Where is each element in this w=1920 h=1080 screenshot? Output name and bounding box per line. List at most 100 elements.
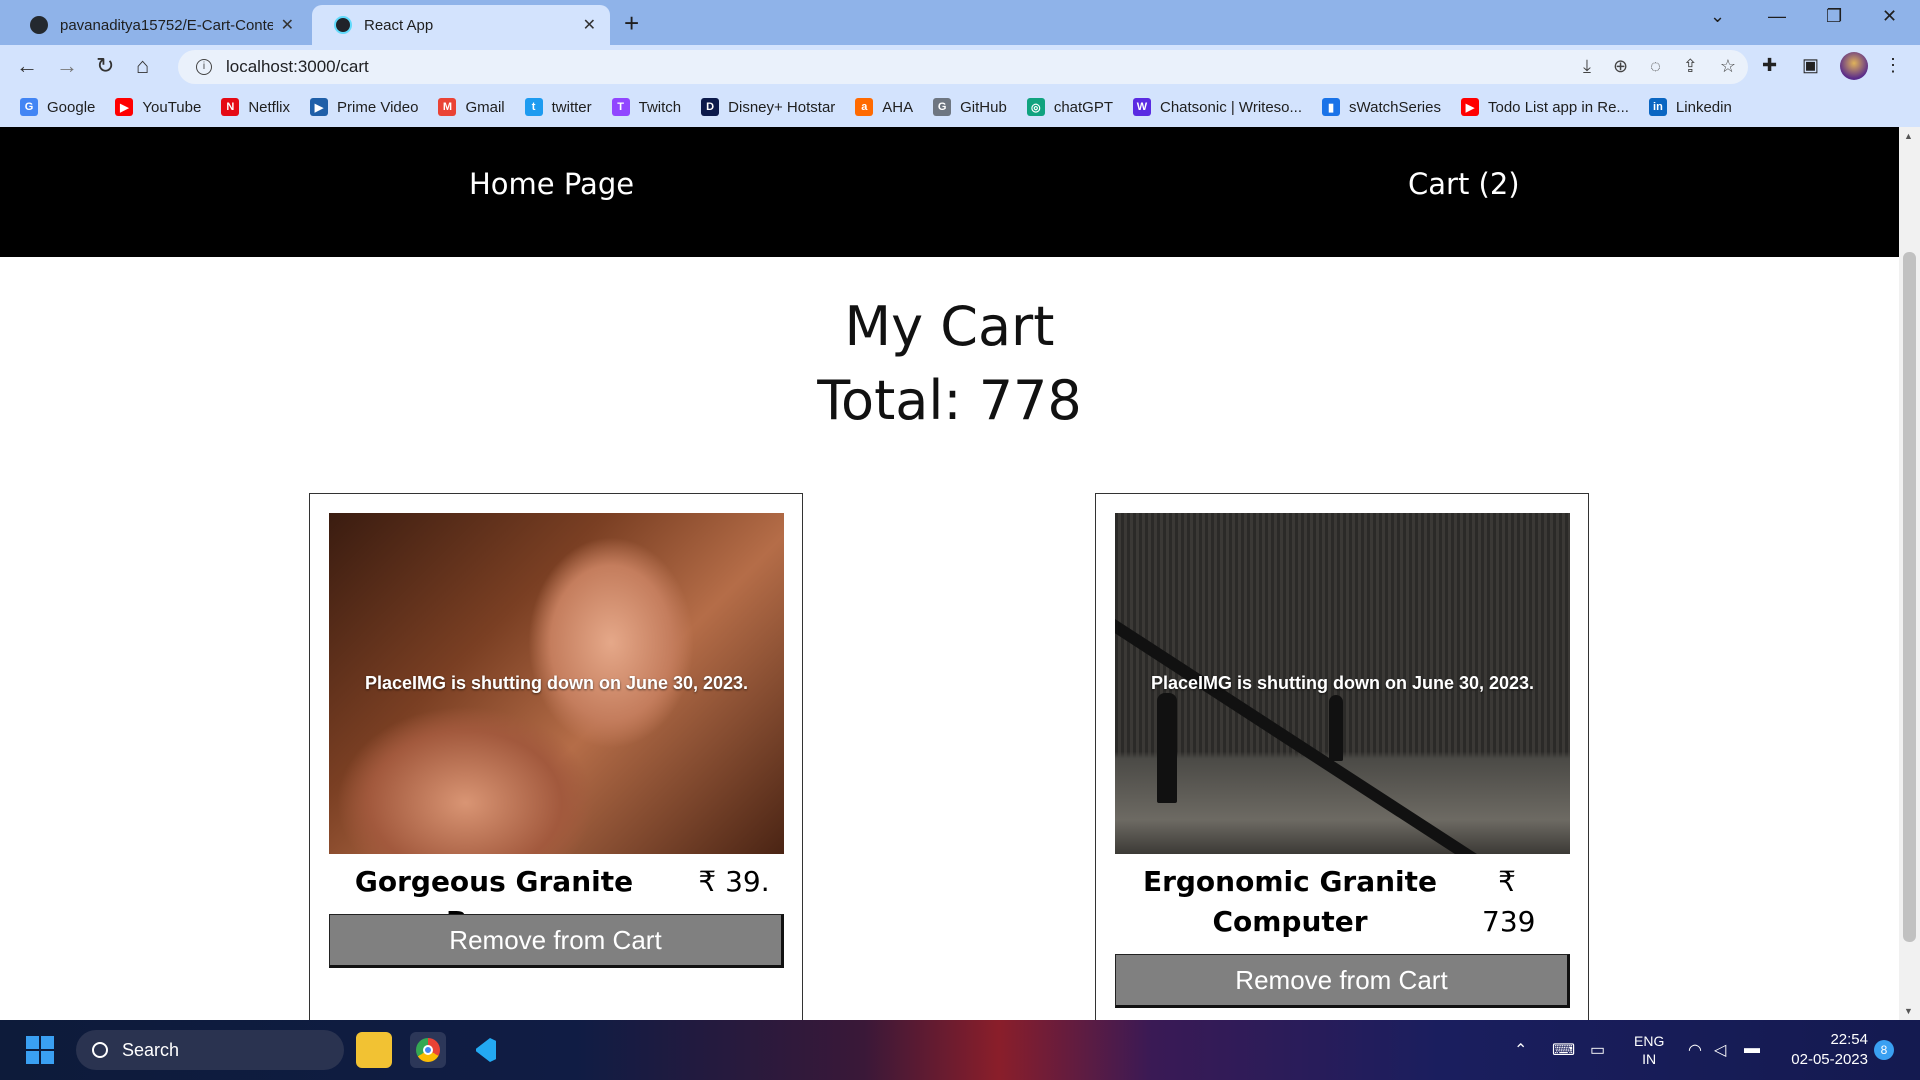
display-icon[interactable]: ▭ [1590,1040,1605,1060]
forward-icon[interactable]: → [56,53,78,79]
react-icon [334,16,352,34]
install-icon[interactable]: ⤓ [1583,56,1591,77]
page-viewport: Home Page Cart (2) My Cart Total: 778 Pl… [0,127,1899,1020]
bookmark-label: Google [47,98,96,116]
bookmark-label: GitHub [960,98,1007,116]
bookmark-item[interactable]: T Twitch [611,98,682,116]
chrome-icon[interactable] [410,1032,446,1068]
chatgpt-icon: ◎ [1026,98,1045,116]
bookmark-label: Prime Video [337,98,419,116]
file-explorer-icon[interactable] [356,1032,392,1068]
close-icon[interactable]: ✕ [281,15,294,35]
search-placeholder: Search [122,1039,180,1060]
youtube-icon: ▶ [115,98,134,116]
bookmark-item[interactable]: in Linkedin [1648,98,1732,116]
notification-badge[interactable]: 8 [1874,1040,1894,1060]
wifi-icon[interactable]: ◠ [1688,1040,1702,1060]
restore-icon[interactable]: ❐ [1826,6,1842,27]
address-bar[interactable]: i localhost:3000/cart ⤓ ⊕ ◌ ⇪ ☆ [178,50,1748,84]
bookmark-label: Linkedin [1675,98,1732,116]
hotstar-icon: D [701,98,720,116]
product-image: PlaceIMG is shutting down on June 30, 20… [1115,513,1570,854]
eye-off-icon[interactable]: ◌ [1650,56,1661,77]
bookmark-item[interactable]: t twitter [524,98,592,116]
bookmark-item[interactable]: G Google [20,98,95,116]
site-info-icon[interactable]: i [196,59,212,75]
bookmark-item[interactable]: a AHA [855,98,913,116]
bookmark-item[interactable]: M Gmail [438,98,505,116]
cart-link[interactable]: Cart (2) [1408,167,1520,201]
page-scrollbar[interactable]: ▲ ▼ [1899,127,1920,1020]
minimize-icon[interactable]: — [1768,6,1786,27]
share-icon[interactable]: ⇪ [1683,56,1698,77]
scroll-down-icon[interactable]: ▼ [1904,1006,1913,1016]
bookmark-item[interactable]: D Disney+ Hotstar [701,98,835,116]
gmail-icon: M [438,98,457,116]
image-caption: PlaceIMG is shutting down on June 30, 20… [364,673,749,693]
window-close-icon[interactable]: ✕ [1882,6,1897,27]
taskbar-search[interactable]: Search [76,1030,344,1070]
side-panel-icon[interactable]: ▣ [1802,55,1819,76]
aha-icon: a [855,98,874,116]
back-icon[interactable]: ← [16,53,38,79]
bookmark-item[interactable]: G GitHub [933,98,1007,116]
lang-line: ENG [1634,1033,1665,1049]
home-icon[interactable]: ⌂ [136,53,149,79]
app-navbar: Home Page Cart (2) [0,127,1899,257]
tab-strip: pavanaditya15752/E-Cart-Contex ✕ React A… [0,0,1920,45]
star-icon[interactable]: ☆ [1720,56,1736,77]
bookmark-label: Gmail [465,98,505,116]
bookmark-label: Disney+ Hotstar [728,98,836,116]
bookmark-label: AHA [882,98,914,116]
clock-date: 02-05-2023 [1791,1051,1868,1068]
bookmark-item[interactable]: W Chatsonic | Writeso... [1133,98,1302,116]
bookmark-item[interactable]: ▶ Todo List app in Re... [1461,98,1629,116]
reload-icon[interactable]: ↻ [96,53,114,79]
bookmarks-bar: G Google ▶ YouTube N Netflix ▶ Prime Video M Gmai… [0,87,1920,127]
bookmark-item[interactable]: ▶ YouTube [115,98,201,116]
chevron-up-icon[interactable]: ⌃ [1514,1040,1527,1060]
clock-time: 22:54 [1830,1031,1868,1048]
windows-start-icon[interactable] [26,1036,54,1064]
scroll-up-icon[interactable]: ▲ [1904,131,1913,141]
windows-taskbar: Search ⌃ ⌨ ▭ ENG IN ◠ ◁ ▬ 22:54 02-05-20… [0,1020,1920,1080]
bookmark-item[interactable]: ▶ Prime Video [310,98,418,116]
twitch-icon: T [611,98,630,116]
scrollbar-thumb[interactable] [1903,252,1916,942]
tab-title: React App [364,16,434,34]
close-icon[interactable]: ✕ [583,15,596,35]
keyboard-icon[interactable]: ⌨ [1552,1040,1575,1060]
github-icon [30,16,48,34]
bookmark-item[interactable]: N Netflix [221,98,290,116]
zoom-icon[interactable]: ⊕ [1613,56,1628,77]
google-icon: G [20,98,38,116]
tab-react-app[interactable]: React App ✕ [312,5,610,45]
battery-icon[interactable]: ▬ [1744,1040,1760,1058]
extensions-icon[interactable]: ✚ [1762,55,1777,76]
new-tab-icon[interactable]: + [624,8,639,39]
cart-item-card: PlaceIMG is shutting down on June 30, 20… [1095,493,1589,1020]
profile-avatar[interactable] [1840,52,1868,80]
prime-video-icon: ▶ [310,98,329,116]
image-figure [1157,693,1177,803]
volume-icon[interactable]: ◁ [1714,1040,1726,1060]
product-price: ₹ 39. [698,865,770,898]
bookmark-item[interactable]: ▮ sWatchSeries [1322,98,1441,116]
home-page-link[interactable]: Home Page [469,167,634,201]
bookmark-label: twitter [551,98,592,116]
bookmark-label: Todo List app in Re... [1488,98,1629,116]
image-figure [1329,695,1343,761]
page-title: My Cart [844,295,1055,358]
remove-from-cart-button[interactable]: Remove from Cart [1115,954,1570,1008]
twitter-icon: t [524,98,543,116]
tab-search-chevron-icon[interactable]: ⌄ [1710,6,1725,27]
product-price: ₹ 739 [1482,865,1536,938]
tab-github[interactable]: pavanaditya15752/E-Cart-Contex ✕ [8,5,308,45]
system-clock[interactable]: 22:54 02-05-2023 [1786,1030,1868,1070]
menu-kebab-icon[interactable]: ⋮ [1884,55,1902,76]
language-indicator[interactable]: ENG IN [1634,1032,1664,1068]
vscode-icon[interactable] [468,1032,504,1068]
remove-from-cart-button[interactable]: Remove from Cart [329,914,784,968]
bookmark-item[interactable]: ◎ chatGPT [1026,98,1113,116]
bookmark-label: Twitch [638,98,682,116]
